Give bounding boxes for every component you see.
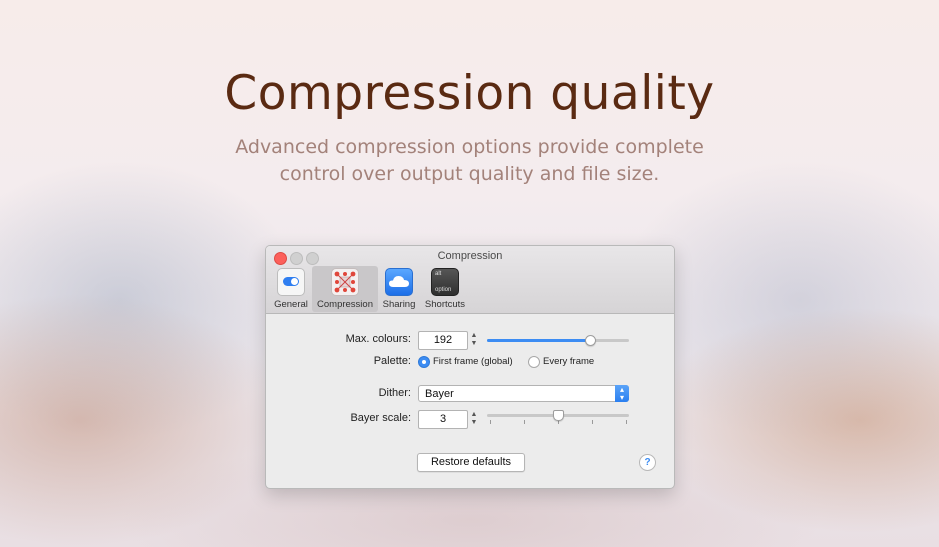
key-top-label: alt <box>435 271 442 277</box>
hero-subtitle: Advanced compression options provide com… <box>235 136 704 185</box>
bayer-scale-field[interactable]: 3 <box>418 410 468 429</box>
bayer-scale-slider-thumb[interactable] <box>552 410 564 421</box>
tab-compression[interactable]: Compression <box>312 266 378 312</box>
palette-first-frame-label[interactable]: First frame (global) <box>433 356 513 367</box>
preferences-window: Compression General Compression Sharing … <box>265 245 675 489</box>
window-title: Compression <box>437 250 503 262</box>
hero-title: Compression quality <box>224 66 715 121</box>
key-bottom-label: option <box>435 287 452 293</box>
tab-general-label: General <box>274 299 308 310</box>
keyboard-key-icon: alt option <box>431 268 459 296</box>
bayer-scale-label: Bayer scale: <box>350 412 411 424</box>
max-colours-field[interactable]: 192 <box>418 331 468 350</box>
compression-icon <box>331 268 359 296</box>
max-colours-slider[interactable] <box>487 339 629 342</box>
bayer-scale-tick <box>592 420 593 424</box>
tab-sharing-label: Sharing <box>382 299 416 310</box>
max-colours-label: Max. colours: <box>345 333 411 345</box>
cloud-icon <box>385 268 413 296</box>
restore-defaults-button[interactable]: Restore defaults <box>417 453 525 472</box>
help-button[interactable]: ? <box>639 454 656 471</box>
palette-every-frame-radio[interactable] <box>528 356 540 368</box>
compression-settings-panel: Max. colours: 192 ▲ ▼ Palette: First fram… <box>266 314 674 488</box>
toggle-switch-icon <box>277 268 305 296</box>
window-titlebar: Compression General Compression Sharing … <box>266 246 674 314</box>
bayer-scale-stepper[interactable]: ▲ ▼ <box>470 411 478 428</box>
palette-every-frame-label[interactable]: Every frame <box>543 356 594 367</box>
dither-select-arrows-icon[interactable]: ▴ ▾ <box>615 385 629 402</box>
max-colours-slider-fill <box>487 339 591 342</box>
bayer-scale-tick <box>524 420 525 424</box>
dither-select[interactable]: Bayer <box>418 385 629 402</box>
bayer-scale-tick <box>626 420 627 424</box>
tab-shortcuts-label: Shortcuts <box>424 299 466 310</box>
preferences-toolbar: General Compression Sharing alt option S… <box>270 266 470 312</box>
tab-shortcuts[interactable]: alt option Shortcuts <box>420 266 470 312</box>
max-colours-slider-thumb[interactable] <box>585 335 597 346</box>
palette-label: Palette: <box>373 355 411 367</box>
tab-general[interactable]: General <box>270 266 312 312</box>
dither-label: Dither: <box>378 387 411 399</box>
bayer-scale-tick <box>490 420 491 424</box>
tab-sharing[interactable]: Sharing <box>378 266 420 312</box>
tab-compression-label: Compression <box>317 299 373 310</box>
palette-first-frame-radio[interactable] <box>418 356 430 368</box>
max-colours-stepper[interactable]: ▲ ▼ <box>470 332 478 349</box>
